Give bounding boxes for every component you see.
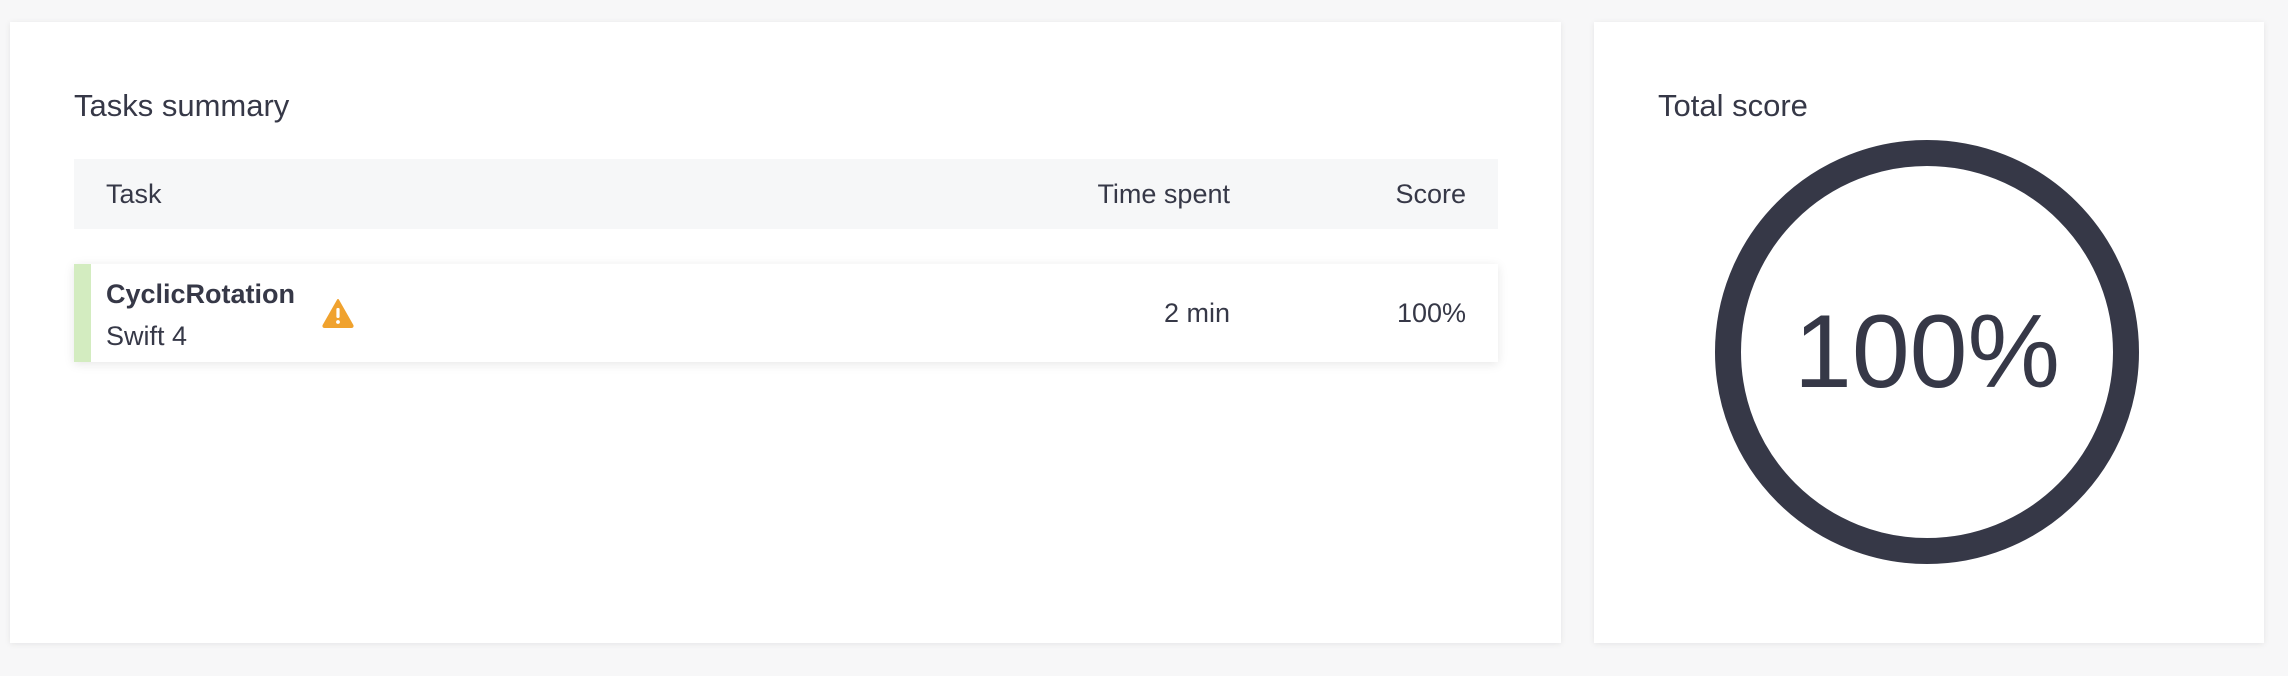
- task-score: 100%: [1396, 298, 1466, 328]
- total-score-title: Total score: [1658, 88, 1808, 123]
- warning-icon[interactable]: [322, 298, 354, 328]
- task-time-spent: 2 min: [1163, 298, 1230, 328]
- total-score-value: 100%: [1794, 294, 2060, 410]
- tasks-summary-card: Tasks summary Task Time spent Score Cycl…: [10, 22, 1561, 643]
- tasks-table-header: Task Time spent Score: [74, 159, 1498, 229]
- task-name: CyclicRotation: [106, 279, 296, 309]
- column-header-score: Score: [1395, 179, 1466, 209]
- column-header-time-spent: Time spent: [1097, 179, 1230, 209]
- task-language: Swift 4: [106, 321, 188, 351]
- total-score-card: Total score 100%: [1594, 22, 2264, 643]
- row-status-accent: [74, 264, 91, 362]
- tasks-summary-title: Tasks summary: [74, 88, 290, 123]
- column-header-task: Task: [106, 179, 162, 209]
- table-row[interactable]: CyclicRotation Swift 4 2 min 100%: [74, 264, 1498, 362]
